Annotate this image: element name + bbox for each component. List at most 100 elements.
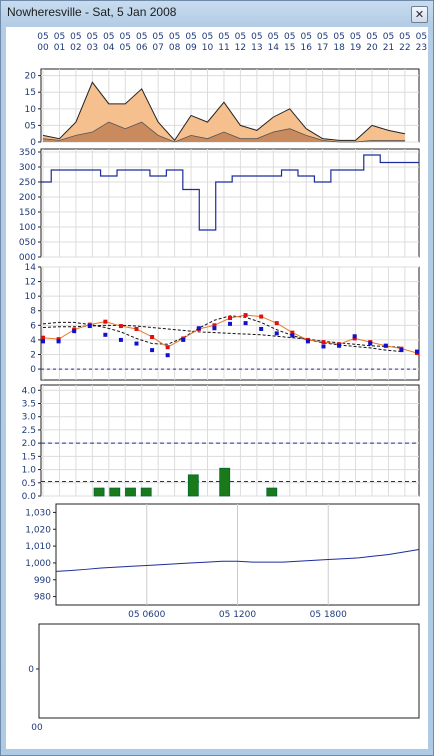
hour-axis-day: 05 xyxy=(399,32,410,42)
pressure-x-tick-label: 05 1200 xyxy=(219,610,256,620)
pressure-y-tick-label: 1,020 xyxy=(25,525,51,535)
area-y-tick-label: 10 xyxy=(25,105,37,115)
temp-y-tick-label: 12 xyxy=(25,278,36,288)
temp-point-blue xyxy=(196,326,201,331)
area-y-tick-label: 20 xyxy=(25,72,37,82)
temp-point-red xyxy=(228,316,232,321)
precip-bar xyxy=(109,487,121,497)
pressure-y-tick-label: 1,030 xyxy=(25,508,51,518)
direction-y-tick-label: 100 xyxy=(19,223,36,233)
temp-point-blue xyxy=(259,326,264,331)
temp-point-blue xyxy=(212,326,217,331)
hour-axis-hour: 06 xyxy=(136,43,148,53)
temp-point-blue xyxy=(305,339,310,344)
temp-point-blue xyxy=(181,337,186,342)
temp-point-blue xyxy=(72,329,77,334)
hour-axis-day: 05 xyxy=(317,32,328,42)
hour-axis-hour: 18 xyxy=(333,43,345,53)
temp-point-blue xyxy=(415,349,419,354)
temp-y-tick-label: 4 xyxy=(30,336,36,346)
hour-axis-hour: 07 xyxy=(152,43,163,53)
temp-point-blue xyxy=(118,337,123,342)
hour-axis-hour: 13 xyxy=(251,43,262,53)
hour-axis-hour: 00 xyxy=(37,43,49,53)
temp-point-blue xyxy=(290,333,295,338)
hour-axis-hour: 21 xyxy=(383,43,394,53)
precip-bar xyxy=(140,487,152,497)
precip-bar xyxy=(187,474,199,497)
precip-y-tick-label: 0.0 xyxy=(22,492,37,502)
temp-point-blue xyxy=(321,344,326,349)
hour-axis-hour: 03 xyxy=(87,43,98,53)
temp-point-red xyxy=(118,324,123,329)
temp-point-red xyxy=(134,326,139,331)
temp-point-blue xyxy=(41,339,45,344)
precip-y-tick-label: 0.5 xyxy=(22,479,36,489)
direction-y-tick-label: 000 xyxy=(19,253,36,263)
hour-axis-day: 05 xyxy=(202,32,213,42)
hour-axis-hour: 23 xyxy=(416,43,427,53)
temp-point-blue xyxy=(399,348,404,353)
temp-point-blue xyxy=(87,324,92,329)
temp-point-blue xyxy=(383,343,388,348)
hour-axis-hour: 22 xyxy=(399,43,410,53)
hour-axis-day: 05 xyxy=(120,32,131,42)
direction-y-tick-label: 350 xyxy=(19,148,36,158)
hour-axis-day: 05 xyxy=(350,32,361,42)
hour-axis-day: 05 xyxy=(87,32,98,42)
pressure-y-tick-label: 1,010 xyxy=(25,542,51,552)
temp-y-tick-label: 8 xyxy=(30,307,36,317)
hour-axis-hour: 05 xyxy=(120,43,131,53)
hour-axis-day: 05 xyxy=(70,32,81,42)
temp-point-blue xyxy=(368,341,373,346)
hour-axis-hour: 20 xyxy=(366,43,378,53)
panel-wind-direction xyxy=(40,148,420,258)
precip-y-tick-label: 1.0 xyxy=(22,466,37,476)
weather-charts: 0500050105020503050405050506050705080509… xyxy=(19,32,427,733)
precip-bar xyxy=(93,487,105,497)
temp-point-red xyxy=(103,319,108,324)
hour-axis-day: 05 xyxy=(383,32,394,42)
hour-axis-hour: 16 xyxy=(300,43,312,53)
precip-y-tick-label: 3.5 xyxy=(22,400,36,410)
temp-point-blue xyxy=(165,353,170,358)
hour-axis-day: 05 xyxy=(333,32,344,42)
area-y-tick-label: 15 xyxy=(25,88,36,98)
window-title: Nowheresville - Sat, 5 Jan 2008 xyxy=(7,5,177,19)
temp-point-red xyxy=(274,321,279,326)
pressure-y-tick-label: 1,000 xyxy=(25,559,51,569)
hour-axis-hour: 09 xyxy=(185,43,197,53)
temp-point-red xyxy=(259,314,264,319)
precip-bar xyxy=(219,467,231,497)
hour-axis-hour: 10 xyxy=(202,43,214,53)
temp-y-tick-label: 6 xyxy=(30,321,36,331)
close-icon: ✕ xyxy=(414,8,425,21)
pressure-x-tick-label: 05 0600 xyxy=(128,610,165,620)
precip-y-tick-label: 2.0 xyxy=(22,439,37,449)
direction-y-tick-label: 250 xyxy=(19,178,36,188)
hour-axis-day: 05 xyxy=(37,32,48,42)
title-bar[interactable]: Nowheresville - Sat, 5 Jan 2008 ✕ xyxy=(1,1,433,27)
hour-axis-day: 05 xyxy=(169,32,180,42)
temp-y-tick-label: 2 xyxy=(30,350,36,360)
temp-point-red xyxy=(150,334,155,339)
hour-axis-hour: 01 xyxy=(54,43,65,53)
direction-y-tick-label: 300 xyxy=(19,163,36,173)
precip-bar xyxy=(125,487,136,497)
temp-point-blue xyxy=(103,332,108,337)
temp-point-blue xyxy=(228,321,232,326)
pressure-y-tick-label: 990 xyxy=(34,576,51,586)
hour-axis-hour: 14 xyxy=(268,43,280,53)
pressure-x-tick-label: 05 1800 xyxy=(310,610,347,620)
direction-y-tick-label: 150 xyxy=(19,208,36,218)
hour-axis-hour: 15 xyxy=(284,43,295,53)
temp-point-red xyxy=(41,335,45,340)
temp-point-red xyxy=(243,313,248,318)
hour-axis-day: 05 xyxy=(284,32,295,42)
hour-axis-day: 05 xyxy=(268,32,279,42)
direction-y-tick-label: 050 xyxy=(19,238,36,248)
close-button[interactable]: ✕ xyxy=(411,6,428,23)
hour-axis-hour: 04 xyxy=(103,43,115,53)
hour-axis-hour: 11 xyxy=(218,43,229,53)
temp-point-red xyxy=(165,345,170,350)
